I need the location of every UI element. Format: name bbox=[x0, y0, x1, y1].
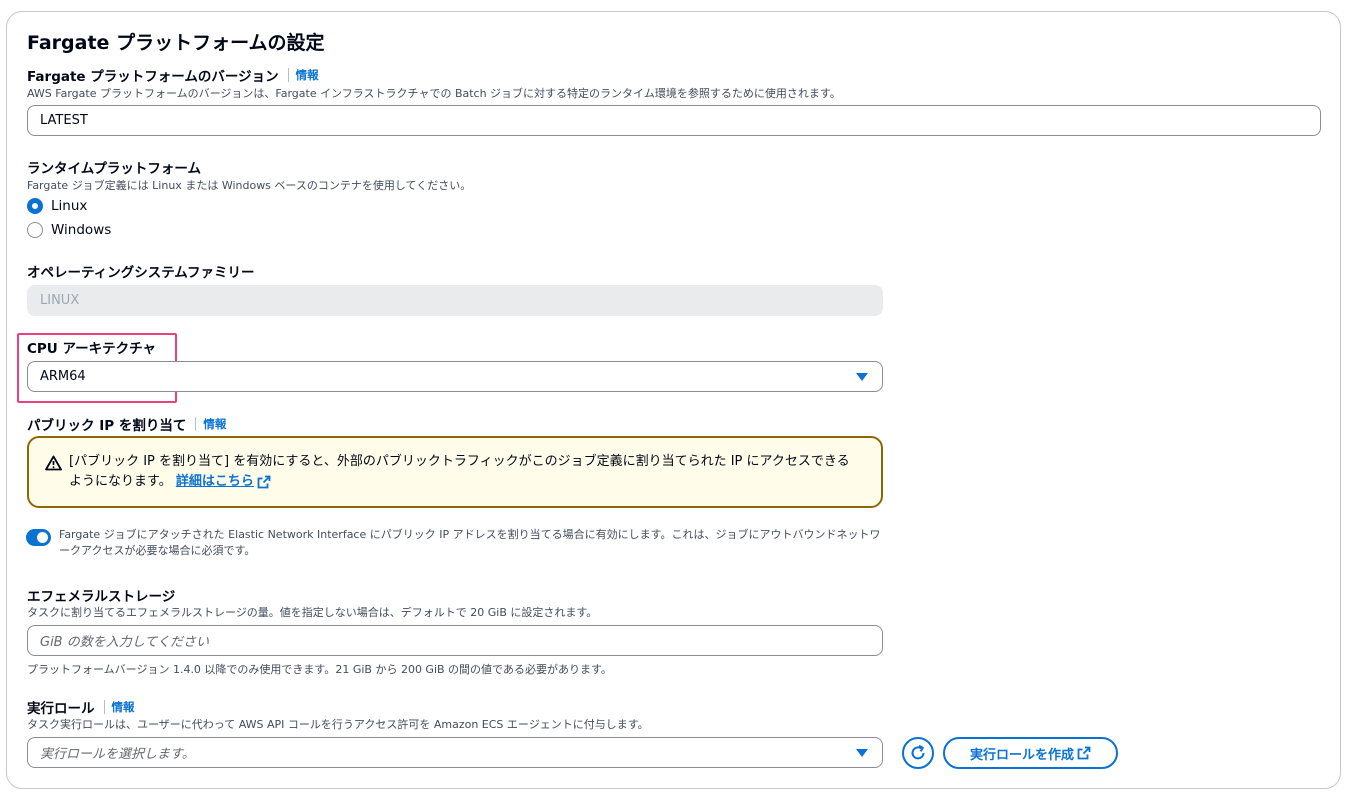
public-ip-info-link[interactable]: 情報 bbox=[203, 416, 226, 432]
radio-unselected-icon bbox=[27, 222, 43, 238]
platform-version-value: LATEST bbox=[40, 113, 88, 128]
external-link-icon bbox=[257, 475, 271, 488]
runtime-platform-label: ランタイムプラットフォーム bbox=[27, 161, 202, 177]
public-ip-label-row: パブリック IP を割り当て 情報 bbox=[27, 414, 226, 434]
ephemeral-storage-input[interactable]: GiB の数を入力してください bbox=[27, 625, 883, 656]
execution-role-label: 実行ロール bbox=[27, 701, 95, 717]
ephemeral-storage-label: エフェメラルストレージ bbox=[27, 589, 176, 605]
os-family-input: LINUX bbox=[27, 285, 883, 316]
execution-role-info-link[interactable]: 情報 bbox=[112, 699, 135, 715]
radio-windows-label: Windows bbox=[51, 222, 112, 238]
cpu-architecture-select[interactable]: ARM64 bbox=[27, 361, 883, 392]
ephemeral-storage-constraint: プラットフォームバージョン 1.4.0 以降でのみ使用できます。21 GiB か… bbox=[27, 663, 612, 676]
platform-version-label-row: Fargate プラットフォームのバージョン 情報 bbox=[27, 65, 319, 85]
execution-role-placeholder: 実行ロールを選択します。 bbox=[40, 747, 195, 762]
public-ip-warning-alert: [パブリック IP を割り当て] を有効にすると、外部のパブリックトラフィックが… bbox=[27, 436, 883, 508]
os-family-label: オペレーティングシステムファミリー bbox=[27, 265, 255, 281]
refresh-icon bbox=[911, 744, 925, 760]
platform-version-description: AWS Fargate プラットフォームのバージョンは、Fargate インフラ… bbox=[27, 87, 841, 100]
cpu-architecture-label: CPU アーキテクチャ bbox=[27, 341, 157, 357]
os-family-value: LINUX bbox=[40, 293, 80, 308]
public-ip-toggle-description: Fargate ジョブにアタッチされた Elastic Network Inte… bbox=[59, 528, 881, 557]
external-link-icon bbox=[1077, 746, 1091, 760]
platform-version-info-link[interactable]: 情報 bbox=[296, 67, 319, 83]
public-ip-label: パブリック IP を割り当て bbox=[27, 418, 187, 434]
radio-windows[interactable]: Windows bbox=[27, 222, 111, 238]
warning-icon bbox=[45, 455, 62, 471]
execution-role-description: タスク実行ロールは、ユーザーに代わって AWS API コールを行うアクセス許可… bbox=[27, 718, 649, 731]
public-ip-toggle[interactable] bbox=[26, 529, 51, 546]
platform-version-label: Fargate プラットフォームのバージョン bbox=[27, 69, 279, 85]
radio-selected-icon bbox=[27, 198, 43, 214]
learn-more-link[interactable]: 詳細はこちら bbox=[176, 474, 254, 489]
platform-version-input[interactable]: LATEST bbox=[27, 105, 1321, 136]
divider bbox=[103, 700, 105, 714]
create-execution-role-button[interactable]: 実行ロールを作成 bbox=[943, 737, 1118, 769]
caret-down-icon bbox=[856, 749, 868, 757]
caret-down-icon bbox=[856, 373, 868, 381]
section-title: Fargate プラットフォームの設定 bbox=[27, 32, 325, 54]
execution-role-label-row: 実行ロール 情報 bbox=[27, 697, 135, 717]
refresh-button[interactable] bbox=[902, 737, 934, 769]
divider bbox=[287, 68, 289, 82]
ephemeral-storage-description: タスクに割り当てるエフェメラルストレージの量。値を指定しない場合は、デフォルトで… bbox=[27, 606, 598, 619]
create-execution-role-label: 実行ロールを作成 bbox=[969, 747, 1074, 763]
radio-linux-label: Linux bbox=[51, 198, 88, 214]
radio-linux[interactable]: Linux bbox=[27, 198, 87, 214]
runtime-platform-description: Fargate ジョブ定義には Linux または Windows ベースのコン… bbox=[27, 179, 472, 192]
toggle-knob bbox=[37, 532, 48, 543]
divider bbox=[195, 417, 197, 431]
cpu-architecture-value: ARM64 bbox=[40, 369, 86, 384]
ephemeral-storage-placeholder: GiB の数を入力してください bbox=[40, 635, 209, 650]
execution-role-select[interactable]: 実行ロールを選択します。 bbox=[27, 737, 883, 768]
alert-message: [パブリック IP を割り当て] を有効にすると、外部のパブリックトラフィックが… bbox=[69, 452, 859, 492]
